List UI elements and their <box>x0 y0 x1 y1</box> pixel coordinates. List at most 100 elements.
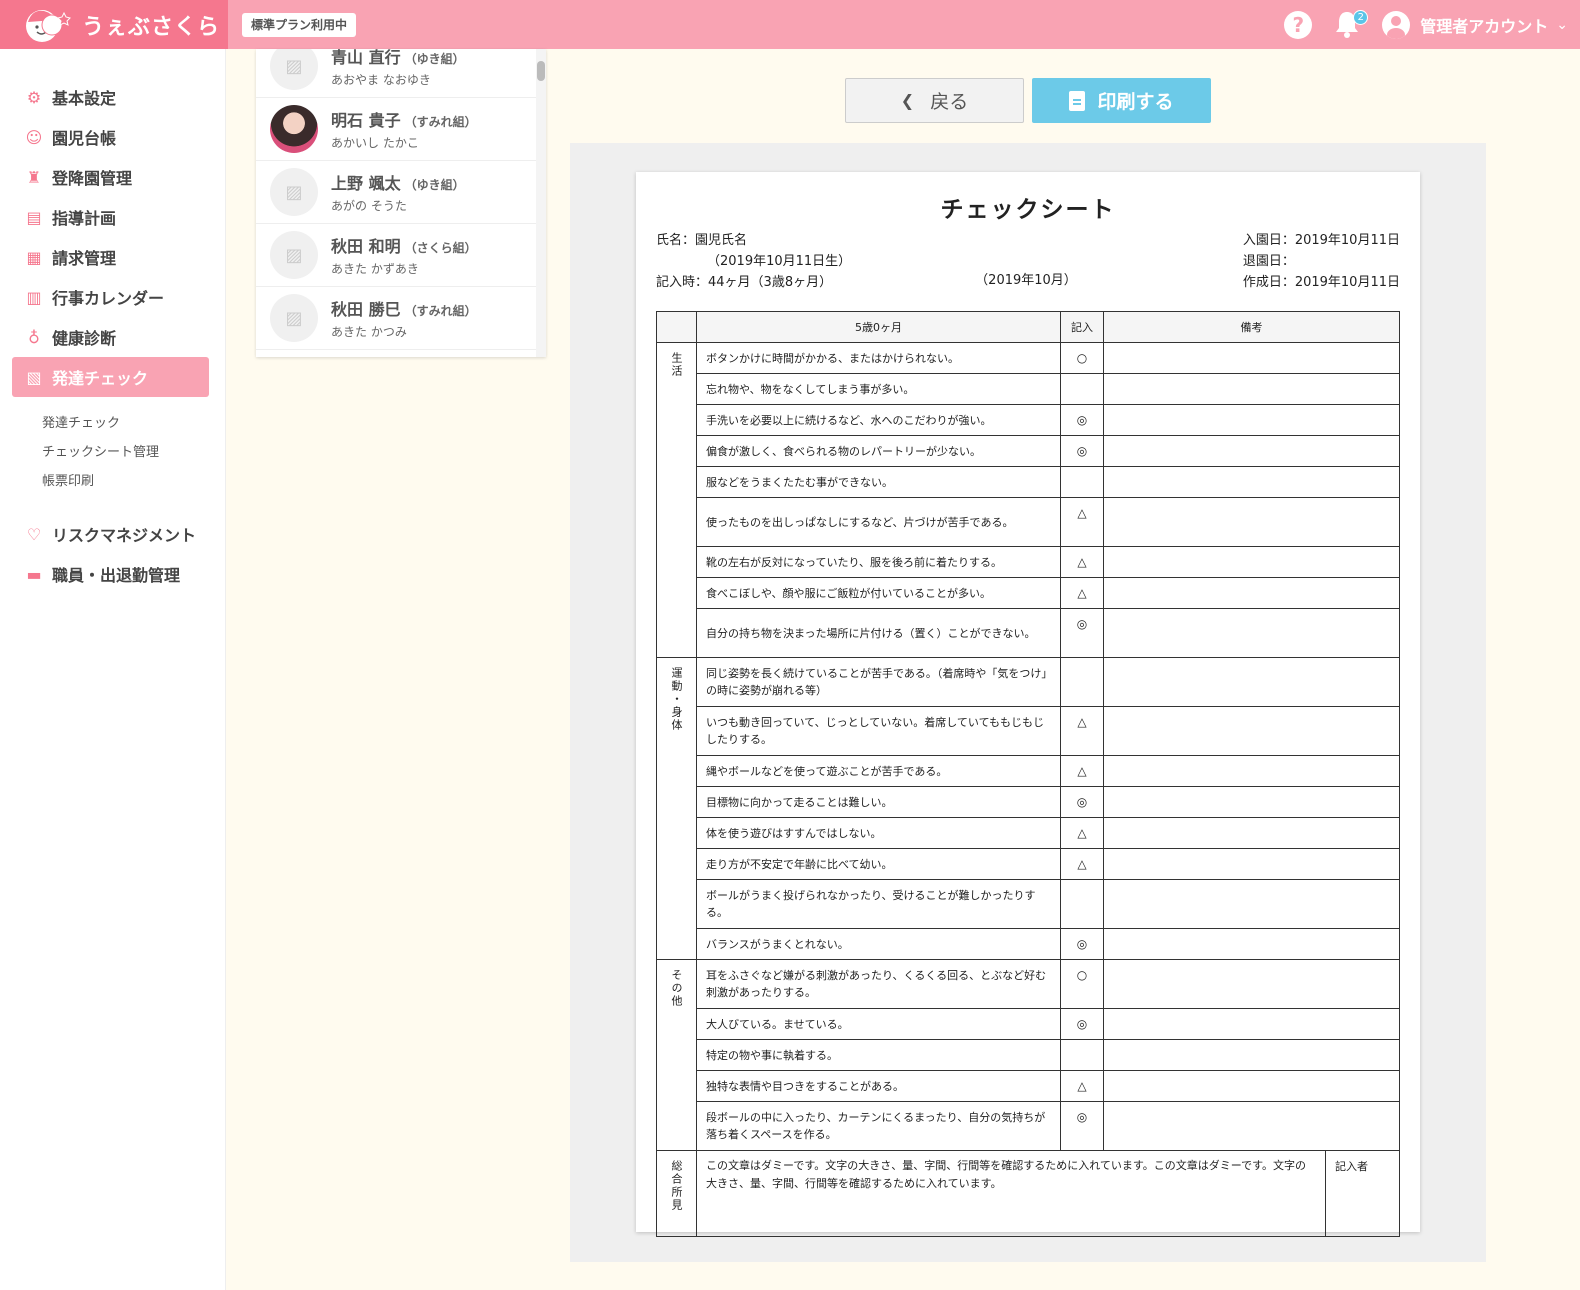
sidebar-item-4-menu-top[interactable]: ▦ 請求管理 <box>12 237 209 277</box>
note-cell <box>1103 1039 1400 1071</box>
image-placeholder-icon: ▨ <box>285 244 303 266</box>
child-list-item[interactable]: ▨ 秋田 勝巳 （すみれ組） あきた かつみ <box>256 287 536 350</box>
sidebar-item-label: 発達チェック <box>52 369 149 388</box>
check-mark: △ <box>1060 546 1104 578</box>
check-item-text: 同じ姿勢を長く続けていることが苦手である。（着席時や「気をつけ」の時に姿勢が崩れ… <box>696 657 1061 707</box>
note-cell <box>1103 786 1400 818</box>
sidebar-item-7-menu-top[interactable]: ▧ 発達チェック <box>12 357 209 397</box>
plan-badge: 標準プラン利用中 <box>242 13 357 37</box>
check-item-text: 自分の持ち物を決まった場所に片付ける（置く）ことができない。 <box>696 608 1061 658</box>
note-cell <box>1103 959 1400 1009</box>
summary-row: 総合所見 この文章はダミーです。文字の大きさ、量、字間、行間等を確認するために入れ… <box>656 1150 1400 1237</box>
check-item-text: 手洗いを必要以上に続けるなど、水へのこだわりが強い。 <box>696 404 1061 436</box>
submenu-item[interactable]: 帳票印刷 <box>42 467 225 496</box>
note-cell <box>1103 435 1400 467</box>
note-cell <box>1103 657 1400 707</box>
date-info: 入園日：2019年10月11日 退園日： 作成日：2019年10月11日 <box>1243 230 1400 293</box>
check-item-text: 特定の物や事に執着する。 <box>696 1039 1061 1071</box>
sidebar-item-2-menu-top[interactable]: ♜ 登降園管理 <box>12 157 209 197</box>
gear-icon: ⚙ <box>26 87 42 107</box>
summary-label-cell: 総合所見 <box>656 1150 697 1237</box>
sidebar-item-1-menu-bottom[interactable]: ▬ 職員・出退勤管理 <box>12 554 209 594</box>
image-placeholder-icon: ▨ <box>285 55 303 77</box>
child-name: 秋田 和明 <box>331 237 401 256</box>
back-button[interactable]: ❮ 戻る <box>845 78 1024 123</box>
sidebar-item-6-menu-top[interactable]: ♁ 健康診断 <box>12 317 209 357</box>
child-info: 秋田 和明 （さくら組） あきた かずあき <box>331 233 477 277</box>
note-cell <box>1103 1070 1400 1102</box>
category-label: その他 <box>670 969 683 1008</box>
check-item-text: いつも動き回っていて、じっとしていない。着席していてももじもじしたりする。 <box>696 706 1061 756</box>
child-info: 秋田 勝巳 （すみれ組） あきた かつみ <box>331 296 477 340</box>
sidebar-item-0-menu-top[interactable]: ⚙ 基本設定 <box>12 77 209 117</box>
sidebar-item-label: 行事カレンダー <box>52 289 165 308</box>
header-mark: 記入 <box>1060 311 1104 343</box>
sidebar-item-0-menu-bottom[interactable]: ♡ リスクマネジメント <box>12 514 209 554</box>
chevron-down-icon[interactable]: ⌄ <box>1556 17 1568 33</box>
check-item-text: 体を使う遊びはすすんではしない。 <box>696 817 1061 849</box>
note-cell <box>1103 1008 1400 1040</box>
help-icon[interactable]: ? <box>1284 10 1313 39</box>
avatar <box>270 105 318 153</box>
submenu-item[interactable]: 発達チェック <box>42 409 225 438</box>
child-info: 青山 直行 （ゆき組） あおやま なおゆき <box>331 49 465 88</box>
entry-date: 入園日：2019年10月11日 <box>1242 233 1400 248</box>
check-mark: △ <box>1060 1070 1104 1102</box>
child-list: ▨ 青山 直行 （ゆき組） あおやま なおゆき明石 貴子 （すみれ組） あかいし たかこ ▨… <box>256 49 546 357</box>
table-row: 服などをうまくたたむ事ができない。 <box>657 466 1400 498</box>
child-info: 明石 貴子 （すみれ組） あかいし たかこ <box>331 107 477 151</box>
check-mark: ◎ <box>1060 608 1104 658</box>
header-actions: ? 2 管理者アカウント ⌄ <box>1284 0 1568 49</box>
child-kana: あかいし たかこ <box>331 136 419 150</box>
sidebar-item-1-menu-top[interactable]: ☺ 園児台帳 <box>12 117 209 157</box>
check-mark: ◎ <box>1060 786 1104 818</box>
carousel-icon: ♜ <box>26 167 42 187</box>
table-row: ボールがうまく投げられなかったり、受けることが難しかったりする。 <box>657 879 1400 929</box>
age-line: 記入時：44ヶ月（3歳8ヶ月） <box>656 275 833 290</box>
avatar: ▨ <box>270 294 318 342</box>
note-cell <box>1103 1101 1400 1151</box>
check-item-text: 目標物に向かって走ることは難しい。 <box>696 786 1061 818</box>
table-row: 目標物に向かって走ることは難しい。 ◎ <box>657 786 1400 818</box>
table-row: 体を使う遊びはすすんではしない。 △ <box>657 817 1400 849</box>
table-row: 特定の物や事に執着する。 <box>657 1039 1400 1071</box>
child-name: 明石 貴子 <box>331 111 401 130</box>
logo[interactable]: うぇぶさくら <box>0 0 228 49</box>
child-list-item[interactable]: ▨ 青山 直行 （ゆき組） あおやま なおゆき <box>256 49 536 98</box>
notification-button[interactable]: 2 <box>1334 9 1369 40</box>
child-list-item[interactable]: ▨ 秋田 和明 （さくら組） あきた かずあき <box>256 224 536 287</box>
child-info: 上野 颯太 （ゆき組） あがの そうた <box>331 170 465 214</box>
sidebar-item-label: 請求管理 <box>52 249 117 268</box>
child-list-item[interactable]: 明石 貴子 （すみれ組） あかいし たかこ <box>256 98 536 161</box>
note-cell <box>1103 879 1400 929</box>
child-list-scrollbar[interactable] <box>536 49 546 357</box>
category-label: 運動・身体 <box>670 667 683 732</box>
table-row: いつも動き回っていて、じっとしていない。着席していてももじもじしたりする。 △ <box>657 706 1400 756</box>
submenu-item[interactable]: チェックシート管理 <box>42 438 225 467</box>
check-mark: △ <box>1060 577 1104 609</box>
child-name-line: 上野 颯太 （ゆき組） <box>331 170 465 194</box>
sidebar-item-label: 健康診断 <box>52 329 117 348</box>
summary-label: 総合所見 <box>670 1160 683 1212</box>
note-cell <box>1103 817 1400 849</box>
scrollbar-thumb[interactable] <box>537 61 545 81</box>
child-kana: あきた かつみ <box>331 325 407 339</box>
calculator-icon: ▦ <box>26 247 42 267</box>
name-line: 氏名：園児氏名 <box>656 233 748 248</box>
category-cell: その他 <box>656 959 697 1151</box>
child-list-item[interactable]: ▨ 上野 颯太 （ゆき組） あがの そうた <box>256 161 536 224</box>
sidebar: ⚙ 基本設定 ☺ 園児台帳 ♜ 登降園管理 ▤ 指導計画 ▦ 請求管理 ▥ 行事カレンダー ♁ 健康診断 ▧… <box>0 49 226 1290</box>
sidebar-item-5-menu-top[interactable]: ▥ 行事カレンダー <box>12 277 209 317</box>
print-button[interactable]: 印刷する <box>1032 78 1211 123</box>
user-avatar-icon[interactable] <box>1382 10 1411 39</box>
back-button-label: 戻る <box>930 91 969 113</box>
sidebar-item-3-menu-top[interactable]: ▤ 指導計画 <box>12 197 209 237</box>
sidebar-item-label: 指導計画 <box>52 209 117 228</box>
check-item-text: ボールがうまく投げられなかったり、受けることが難しかったりする。 <box>696 879 1061 929</box>
child-class: （さくら組） <box>404 241 477 255</box>
summary-text: この文章はダミーです。文字の大きさ、量、字間、行間等を確認するために入れています… <box>697 1151 1326 1236</box>
check-mark <box>1060 466 1104 498</box>
user-menu-label[interactable]: 管理者アカウント <box>1420 13 1548 37</box>
note-cell <box>1103 404 1400 436</box>
check-item-text: 縄やボールなどを使って遊ぶことが苦手である。 <box>696 755 1061 787</box>
